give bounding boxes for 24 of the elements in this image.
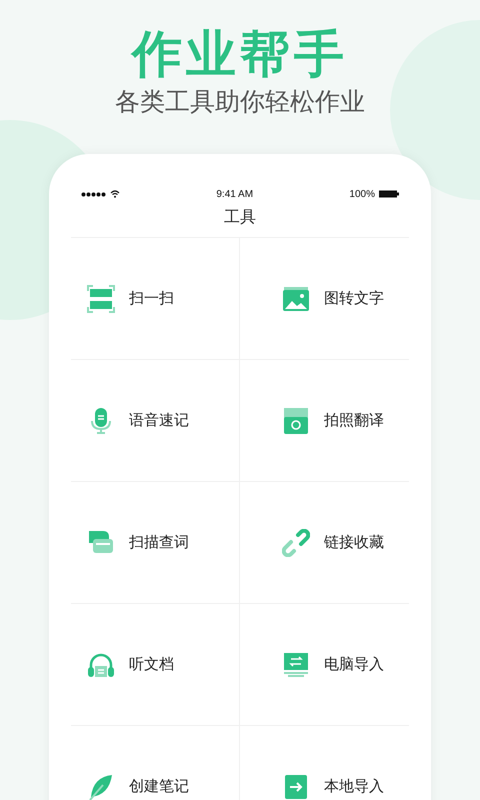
tool-button[interactable]: 本地导入 <box>324 776 384 796</box>
tool-button[interactable]: 扫描查词 <box>129 532 189 552</box>
tool-button[interactable]: 图转文字 <box>324 288 384 308</box>
tool-button[interactable]: 电脑导入 <box>324 654 384 674</box>
tool-button[interactable]: 语音速记 <box>129 410 189 430</box>
tool-button[interactable]: 扫一扫 <box>129 288 174 308</box>
monitor-icon <box>282 650 310 678</box>
image-icon <box>282 284 310 312</box>
leaf-icon <box>87 772 115 800</box>
screen-title: 工具 <box>224 208 256 228</box>
headline: 作业帮手 <box>132 25 348 84</box>
battery-percent: 100% <box>349 188 375 202</box>
tool-button[interactable]: 听文档 <box>129 654 174 674</box>
tool-button[interactable]: 创建笔记 <box>129 776 189 796</box>
scan-icon <box>87 284 115 312</box>
signal-icon <box>81 192 107 196</box>
link-icon <box>282 528 310 556</box>
battery-icon <box>379 190 399 198</box>
camera-icon <box>282 406 310 434</box>
status-time: 9:41 AM <box>216 188 254 202</box>
wifi-icon <box>110 190 120 198</box>
tool-button[interactable]: 拍照翻译 <box>324 410 384 430</box>
subtitle: 各类工具助你轻松作业 <box>115 87 365 118</box>
tool-button[interactable]: 链接收藏 <box>324 532 384 552</box>
